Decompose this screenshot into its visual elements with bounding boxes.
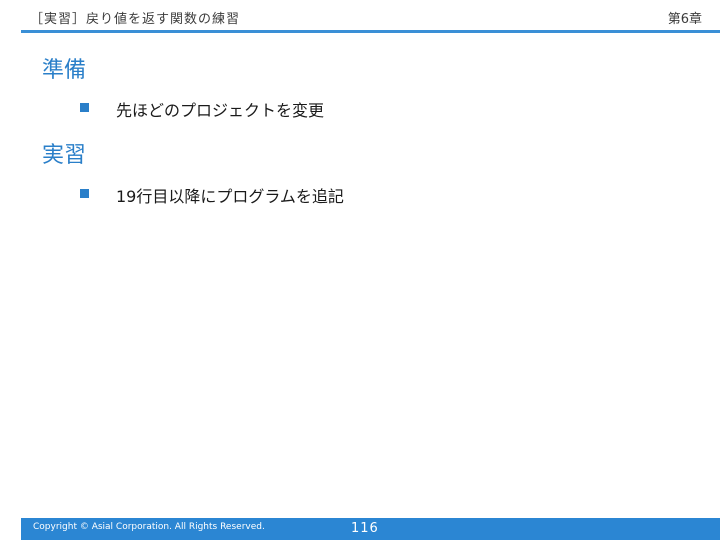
chapter-label: 第6章 [667,12,702,27]
bullet-text-preparation: 先ほどのプロジェクトを変更 [116,101,325,120]
slide-footer: Copyright © Asial Corporation. All Right… [21,518,720,540]
header-divider [21,30,720,33]
square-bullet-icon [80,103,89,112]
bullet-text-exercise: 19行目以降にプログラムを追記 [116,187,344,206]
section-heading-exercise: 実習 [42,143,87,168]
page-number: 116 [351,521,379,536]
section-heading-preparation: 準備 [42,58,87,83]
square-bullet-icon [80,189,89,198]
copyright-text: Copyright © Asial Corporation. All Right… [33,522,265,532]
slide-title: ［実習］戻り値を返す関数の練習 [30,12,241,27]
